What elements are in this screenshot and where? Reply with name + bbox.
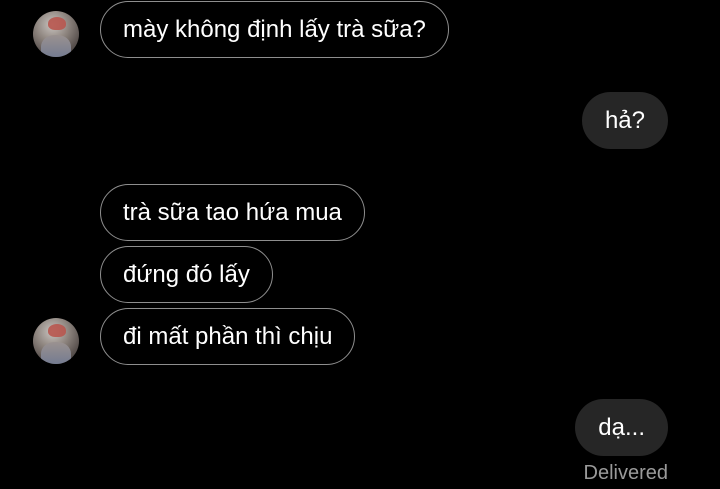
contact-avatar[interactable] (33, 318, 79, 364)
message-text: hả? (604, 106, 645, 134)
avatar-figure (41, 35, 71, 57)
message-bubble-received[interactable]: trà sữa tao hứa mua (100, 184, 365, 241)
message-text: mày không định lấy trà sữa? (123, 15, 426, 43)
message-bubble-sent[interactable]: hả? (581, 92, 668, 149)
message-bubble-received[interactable]: đứng đó lấy (100, 246, 273, 303)
message-text: đi mất phần thì chịu (123, 322, 333, 350)
contact-avatar[interactable] (33, 11, 79, 57)
avatar-figure (41, 342, 71, 364)
message-bubble-received[interactable]: mày không định lấy trà sữa? (100, 1, 449, 58)
message-text: đứng đó lấy (123, 260, 250, 288)
delivery-status: Delivered (583, 462, 668, 484)
message-text: trà sữa tao hứa mua (123, 198, 342, 226)
avatar-hair (48, 17, 66, 30)
message-bubble-sent[interactable]: dạ... (575, 399, 668, 456)
message-text: dạ... (598, 413, 645, 441)
message-bubble-received[interactable]: đi mất phần thì chịu (100, 308, 356, 365)
avatar-hair (48, 324, 66, 337)
